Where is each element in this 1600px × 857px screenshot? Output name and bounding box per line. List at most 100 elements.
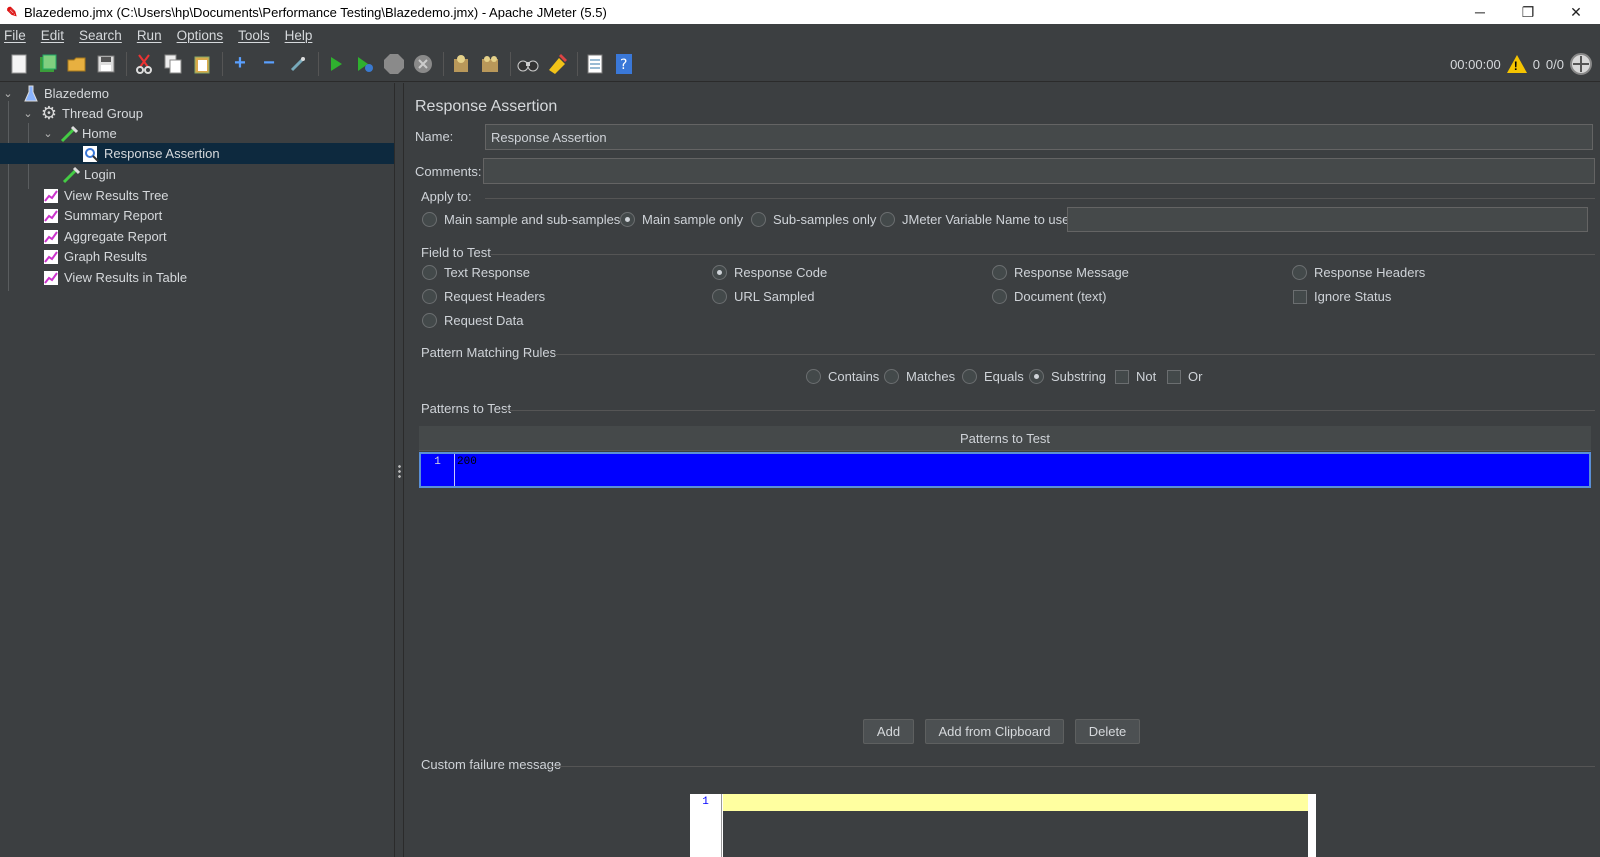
tree-node-view-results-table[interactable]: View Results in Table	[0, 267, 394, 288]
radio-circle[interactable]	[1029, 369, 1044, 384]
radio-matches[interactable]: Matches	[884, 369, 955, 384]
collapse-all-icon[interactable]: −	[256, 51, 282, 77]
start-no-pauses-icon[interactable]	[352, 51, 378, 77]
help-icon[interactable]: ?	[611, 51, 637, 77]
checkbox-ignore-status[interactable]: Ignore Status	[1293, 289, 1391, 304]
radio-circle[interactable]	[880, 212, 895, 227]
delete-button[interactable]: Delete	[1075, 719, 1140, 744]
menu-tools[interactable]: Tools	[238, 28, 270, 43]
name-label: Name:	[415, 129, 454, 144]
tree-node-thread-group[interactable]: ⌄ ⚙ Thread Group	[0, 103, 394, 124]
save-icon[interactable]	[93, 51, 119, 77]
checkbox-or[interactable]: Or	[1167, 369, 1202, 384]
tree-node-summary-report[interactable]: Summary Report	[0, 205, 394, 226]
tree-node-login[interactable]: Login	[0, 164, 394, 185]
radio-text-response[interactable]: Text Response	[422, 265, 530, 280]
split-pane-divider[interactable]	[394, 83, 404, 857]
shutdown-icon[interactable]	[410, 51, 436, 77]
radio-url-sampled[interactable]: URL Sampled	[712, 289, 814, 304]
menu-search[interactable]: Search	[79, 28, 122, 43]
reset-search-icon[interactable]	[544, 51, 570, 77]
clear-all-icon[interactable]	[477, 51, 503, 77]
open-icon[interactable]	[64, 51, 90, 77]
tree-node-response-assertion[interactable]: Response Assertion	[0, 143, 394, 164]
remote-globe-icon[interactable]	[1570, 53, 1592, 75]
tree-node-view-results-tree[interactable]: View Results Tree	[0, 185, 394, 206]
radio-response-message[interactable]: Response Message	[992, 265, 1129, 280]
radio-circle[interactable]	[992, 265, 1007, 280]
radio-circle[interactable]	[992, 289, 1007, 304]
radio-main-only[interactable]: Main sample only	[620, 212, 743, 227]
radio-request-data[interactable]: Request Data	[422, 313, 524, 328]
radio-label: Main sample and sub-samples	[444, 212, 621, 227]
menu-options[interactable]: Options	[177, 28, 224, 43]
function-helper-icon[interactable]	[582, 51, 608, 77]
radio-circle[interactable]	[620, 212, 635, 227]
chevron-down-icon[interactable]: ⌄	[22, 107, 34, 120]
drag-handle-icon[interactable]	[398, 464, 401, 478]
tree-node-home[interactable]: ⌄ Home	[0, 123, 394, 144]
minimize-button[interactable]: ─	[1456, 0, 1504, 24]
radio-circle[interactable]	[962, 369, 977, 384]
jmeter-var-field[interactable]	[1067, 207, 1588, 232]
patterns-table-header[interactable]: Patterns to Test	[419, 426, 1591, 451]
radio-main-and-sub[interactable]: Main sample and sub-samples	[422, 212, 620, 227]
checkbox-box[interactable]	[1167, 369, 1181, 384]
radio-circle[interactable]	[422, 313, 437, 328]
cut-icon[interactable]	[131, 51, 157, 77]
checkbox-box[interactable]	[1115, 369, 1129, 384]
radio-document-text[interactable]: Document (text)	[992, 289, 1106, 304]
radio-circle[interactable]	[422, 289, 437, 304]
current-line-highlight[interactable]	[723, 794, 1308, 811]
start-icon[interactable]	[323, 51, 349, 77]
radio-circle[interactable]	[751, 212, 766, 227]
radio-sub-only[interactable]: Sub-samples only	[751, 212, 876, 227]
radio-circle[interactable]	[884, 369, 899, 384]
radio-circle[interactable]	[712, 265, 727, 280]
templates-icon[interactable]	[35, 51, 61, 77]
add-from-clipboard-button[interactable]: Add from Clipboard	[925, 719, 1064, 744]
pattern-cell[interactable]: 200	[457, 456, 477, 468]
radio-jmeter-var[interactable]: JMeter Variable Name to use	[880, 212, 1069, 227]
chevron-down-icon[interactable]: ⌄	[42, 127, 54, 140]
checkbox-box[interactable]	[1293, 289, 1307, 304]
name-field[interactable]: Response Assertion	[485, 124, 1593, 150]
paste-icon[interactable]	[189, 51, 215, 77]
table-row[interactable]: 1 200	[419, 452, 1591, 488]
menu-file[interactable]: File	[4, 28, 26, 43]
close-button[interactable]: ✕	[1552, 0, 1600, 24]
radio-response-code[interactable]: Response Code	[712, 265, 827, 280]
radio-circle[interactable]	[422, 212, 437, 227]
stop-icon[interactable]	[381, 51, 407, 77]
tree-node-test-plan[interactable]: ⌄ Blazedemo	[0, 83, 394, 104]
new-icon[interactable]	[6, 51, 32, 77]
test-plan-tree: ⌄ Blazedemo ⌄ ⚙ Thread Group ⌄ Home Resp…	[0, 83, 394, 857]
tree-node-aggregate-report[interactable]: Aggregate Report	[0, 226, 394, 247]
comments-field[interactable]	[483, 158, 1595, 184]
editor-area[interactable]	[723, 811, 1308, 857]
toggle-icon[interactable]	[285, 51, 311, 77]
radio-contains[interactable]: Contains	[806, 369, 879, 384]
checkbox-not[interactable]: Not	[1115, 369, 1156, 384]
menu-edit[interactable]: Edit	[41, 28, 64, 43]
add-button[interactable]: Add	[863, 719, 914, 744]
radio-circle[interactable]	[1292, 265, 1307, 280]
menu-help[interactable]: Help	[285, 28, 313, 43]
failure-message-editor[interactable]: 1	[690, 794, 1316, 857]
clear-icon[interactable]	[448, 51, 474, 77]
radio-response-headers[interactable]: Response Headers	[1292, 265, 1425, 280]
radio-request-headers[interactable]: Request Headers	[422, 289, 545, 304]
tree-node-graph-results[interactable]: Graph Results	[0, 246, 394, 267]
radio-substring[interactable]: Substring	[1029, 369, 1106, 384]
radio-circle[interactable]	[806, 369, 821, 384]
copy-icon[interactable]	[160, 51, 186, 77]
expand-all-icon[interactable]: +	[227, 51, 253, 77]
warning-icon[interactable]	[1506, 55, 1527, 73]
search-icon[interactable]	[515, 51, 541, 77]
menu-run[interactable]: Run	[137, 28, 162, 43]
chevron-down-icon[interactable]: ⌄	[2, 87, 14, 100]
radio-circle[interactable]	[712, 289, 727, 304]
radio-circle[interactable]	[422, 265, 437, 280]
radio-equals[interactable]: Equals	[962, 369, 1024, 384]
restore-button[interactable]: ❐	[1504, 0, 1552, 24]
